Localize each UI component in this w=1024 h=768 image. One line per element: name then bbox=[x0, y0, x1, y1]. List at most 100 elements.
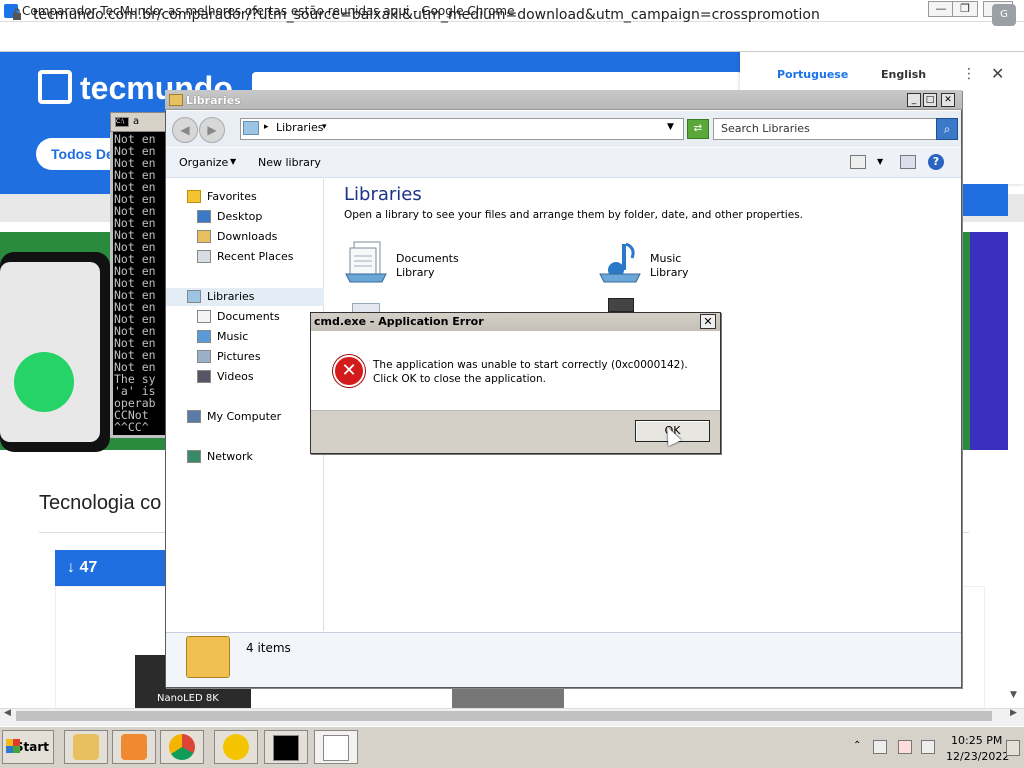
error-icon: ✕ bbox=[333, 355, 365, 387]
nav-documents[interactable]: Documents bbox=[217, 310, 280, 323]
folder-icon bbox=[169, 94, 183, 106]
breadcrumb-arrow-icon[interactable]: ▸ bbox=[264, 122, 269, 132]
videos-library-icon[interactable] bbox=[608, 298, 634, 312]
documents-library-icon[interactable] bbox=[344, 240, 388, 284]
address-history-dropdown-icon[interactable]: ▼ bbox=[667, 122, 674, 132]
explorer-close-button[interactable]: ✕ bbox=[941, 93, 955, 107]
whatsapp-icon bbox=[14, 352, 74, 412]
translate-menu-icon[interactable]: ⋮ bbox=[962, 66, 976, 82]
lang-portuguese[interactable]: Portuguese bbox=[777, 68, 848, 81]
tecmundo-logo-icon[interactable] bbox=[38, 70, 72, 104]
documents-library-type: Library bbox=[396, 266, 435, 279]
music-library-icon[interactable] bbox=[598, 240, 642, 284]
translate-icon[interactable]: G bbox=[992, 4, 1016, 26]
desktop-icon bbox=[197, 210, 211, 223]
cmd-output: Not en Not en Not en Not en Not en Not en Not … bbox=[114, 133, 166, 433]
scroll-left-icon[interactable]: ◀ bbox=[4, 708, 11, 718]
show-desktop-button[interactable] bbox=[1006, 740, 1020, 756]
app-icon bbox=[223, 734, 249, 760]
libraries-heading: Libraries bbox=[344, 184, 422, 205]
nav-pictures[interactable]: Pictures bbox=[217, 350, 261, 363]
recent-places-icon bbox=[197, 250, 211, 263]
taskbar-chrome[interactable] bbox=[160, 730, 204, 764]
preview-pane-icon[interactable] bbox=[900, 155, 916, 169]
help-icon[interactable]: ? bbox=[928, 154, 944, 170]
lock-icon bbox=[13, 8, 21, 20]
promo-banner-right[interactable] bbox=[970, 232, 1008, 450]
minimize-button[interactable]: — bbox=[928, 1, 954, 17]
new-library-button[interactable]: New library bbox=[258, 156, 321, 169]
pictures-icon bbox=[197, 350, 211, 363]
chrome-icon bbox=[169, 734, 195, 760]
libraries-subtitle: Open a library to see your files and arr… bbox=[344, 209, 803, 221]
network-icon bbox=[187, 450, 201, 463]
url-text[interactable]: tecmundo.com.br/comparador/?utm_source=b… bbox=[33, 7, 820, 23]
nav-favorites[interactable]: Favorites bbox=[207, 190, 257, 203]
downloads-icon bbox=[197, 230, 211, 243]
nav-network[interactable]: Network bbox=[207, 450, 253, 463]
section-heading: Tecnologia co bbox=[39, 492, 162, 514]
organize-button[interactable]: Organize bbox=[179, 156, 228, 169]
error-message: The application was unable to start corr… bbox=[373, 359, 688, 385]
taskbar-cmd[interactable] bbox=[264, 730, 308, 764]
music-icon bbox=[197, 330, 211, 343]
scroll-right-icon[interactable]: ▶ bbox=[1010, 708, 1017, 718]
explorer-title: Libraries bbox=[186, 94, 241, 107]
view-dropdown-icon[interactable]: ▼ bbox=[877, 157, 883, 166]
music-library-name[interactable]: Music bbox=[650, 252, 681, 265]
nav-downloads[interactable]: Downloads bbox=[217, 230, 277, 243]
documents-library-name[interactable]: Documents bbox=[396, 252, 459, 265]
star-icon bbox=[187, 190, 201, 203]
clock-date[interactable]: 12/23/2022 bbox=[946, 750, 1009, 763]
refresh-icon[interactable]: ⇄ bbox=[687, 119, 709, 139]
address-bar[interactable] bbox=[0, 22, 1024, 52]
view-options-icon[interactable] bbox=[850, 155, 866, 169]
libraries-folder-icon bbox=[186, 636, 230, 678]
taskbar-media-player[interactable] bbox=[112, 730, 156, 764]
laptop-image[interactable] bbox=[452, 685, 564, 708]
maximize-button[interactable]: ❐ bbox=[952, 1, 978, 17]
tray-action-center-icon[interactable] bbox=[873, 740, 887, 754]
forward-button[interactable]: ▶ bbox=[199, 117, 225, 143]
cmd-icon: C:\ bbox=[115, 117, 129, 127]
product-caption: NanoLED 8K bbox=[157, 693, 219, 704]
nav-recent-places[interactable]: Recent Places bbox=[217, 250, 294, 263]
lang-english[interactable]: English bbox=[881, 68, 926, 81]
cmd-line: ^^CC^ bbox=[114, 420, 149, 433]
nav-desktop[interactable]: Desktop bbox=[217, 210, 262, 223]
back-button[interactable]: ◀ bbox=[172, 117, 198, 143]
error-dialog-close-button[interactable]: ✕ bbox=[700, 314, 716, 329]
nav-libraries[interactable]: Libraries bbox=[207, 290, 255, 303]
scroll-down-icon[interactable]: ▼ bbox=[1010, 690, 1017, 700]
nav-music[interactable]: Music bbox=[217, 330, 248, 343]
translate-close-icon[interactable]: ✕ bbox=[991, 64, 1004, 83]
nav-my-computer[interactable]: My Computer bbox=[207, 410, 281, 423]
taskbar-libraries[interactable] bbox=[314, 730, 358, 764]
clock-time[interactable]: 10:25 PM bbox=[951, 734, 1002, 747]
item-count: 4 items bbox=[246, 641, 291, 655]
nav-videos[interactable]: Videos bbox=[217, 370, 254, 383]
cmd-taskbar-icon bbox=[273, 735, 299, 761]
network-error-icon[interactable] bbox=[898, 740, 912, 754]
breadcrumb-libraries[interactable]: Libraries bbox=[276, 121, 324, 134]
search-placeholder: Search Libraries bbox=[721, 122, 810, 135]
scrollbar-thumb[interactable] bbox=[16, 711, 992, 721]
show-hidden-icons[interactable]: ⌃ bbox=[853, 740, 861, 751]
computer-icon bbox=[187, 410, 201, 423]
library-icon bbox=[243, 121, 259, 135]
search-icon[interactable]: ⌕ bbox=[936, 118, 958, 140]
cmd-title: a bbox=[133, 116, 140, 127]
breadcrumb-dropdown-icon[interactable]: ▾ bbox=[322, 122, 327, 132]
taskbar-app[interactable] bbox=[214, 730, 258, 764]
organize-dropdown-icon[interactable]: ▼ bbox=[230, 157, 236, 166]
error-dialog-title: cmd.exe - Application Error bbox=[314, 315, 484, 328]
scroll-tab[interactable] bbox=[955, 184, 1008, 216]
explorer-maximize-button[interactable]: □ bbox=[923, 93, 937, 107]
videos-icon bbox=[197, 370, 211, 383]
taskbar-explorer[interactable] bbox=[64, 730, 108, 764]
media-player-icon bbox=[121, 734, 147, 760]
explorer-titlebar[interactable] bbox=[165, 90, 962, 110]
volume-icon[interactable] bbox=[921, 740, 935, 754]
libraries-icon bbox=[187, 290, 201, 303]
explorer-minimize-button[interactable]: _ bbox=[907, 93, 921, 107]
